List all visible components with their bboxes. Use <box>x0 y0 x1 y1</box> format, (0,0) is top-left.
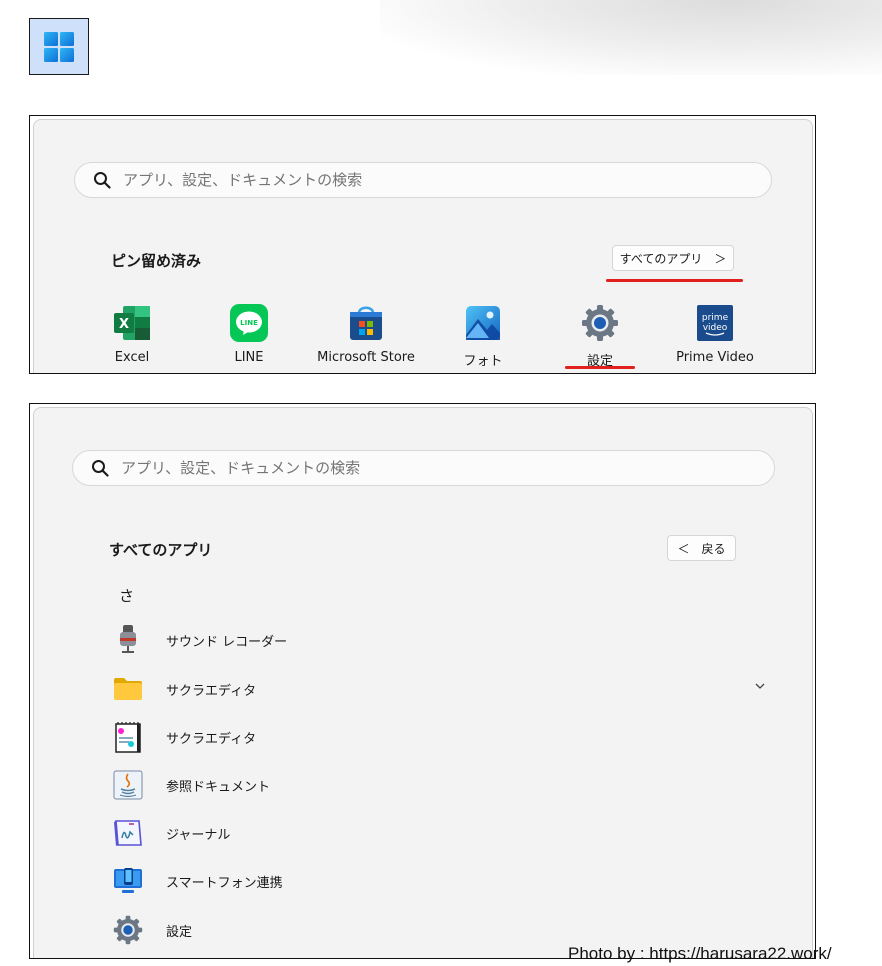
svg-text:video: video <box>703 323 728 333</box>
settings-gear-icon <box>582 305 618 341</box>
all-apps-title: すべてのアプリ <box>109 541 213 559</box>
group-letter-sa[interactable]: さ <box>119 585 134 606</box>
phone-link-icon <box>114 868 142 893</box>
app-label: 設定 <box>166 924 193 940</box>
app-list-item[interactable]: サクラエディタ <box>112 669 765 709</box>
app-list-item[interactable]: サウンド レコーダー <box>112 620 752 660</box>
java-doc-icon <box>113 770 143 800</box>
search-box[interactable] <box>74 162 772 198</box>
journal-icon <box>114 820 142 846</box>
svg-text:LINE: LINE <box>240 319 258 327</box>
search-input[interactable] <box>121 459 681 477</box>
settings-gear-icon <box>113 915 143 945</box>
pinned-title: ピン留め済み <box>111 252 202 270</box>
svg-text:prime: prime <box>702 313 729 323</box>
background-shadow <box>380 0 882 75</box>
start-menu-pinned-panel: ピン留め済み すべてのアプリ ＞ X Excel <box>29 115 816 374</box>
all-apps-button[interactable]: すべてのアプリ ＞ <box>612 245 734 271</box>
app-label: フォト <box>463 354 503 369</box>
app-list-item[interactable]: スマートフォン連携 <box>112 861 752 901</box>
folder-icon <box>114 678 142 700</box>
app-label: ジャーナル <box>166 827 231 843</box>
app-label: Prime Video <box>676 350 754 365</box>
svg-text:X: X <box>119 317 129 332</box>
windows-logo-icon <box>44 31 74 62</box>
app-label: スマートフォン連携 <box>166 875 283 891</box>
app-list-item[interactable]: ジャーナル <box>112 813 752 853</box>
pinned-app-settings[interactable]: 設定 <box>545 304 655 369</box>
line-icon: LINE <box>230 304 268 342</box>
search-icon <box>94 172 111 189</box>
app-label: サウンド レコーダー <box>166 634 288 650</box>
search-box[interactable] <box>72 450 775 486</box>
app-label: 参照ドキュメント <box>166 779 271 795</box>
search-input[interactable] <box>123 171 683 189</box>
chevron-down-icon[interactable] <box>754 682 766 690</box>
start-menu-all-apps-panel: すべてのアプリ ＜ 戻る さ サウンド レコーダー <box>29 403 816 959</box>
settings-highlight <box>565 366 635 369</box>
pinned-app-prime-video[interactable]: prime video Prime Video <box>660 304 770 365</box>
pinned-app-line[interactable]: LINE LINE <box>194 304 304 365</box>
search-icon <box>92 460 109 477</box>
app-label: LINE <box>234 350 264 365</box>
app-label: サクラエディタ <box>166 731 257 747</box>
photos-icon <box>466 306 500 340</box>
app-label: Excel <box>114 350 150 365</box>
excel-icon: X <box>114 306 150 340</box>
app-label: サクラエディタ <box>166 683 257 699</box>
back-button[interactable]: ＜ 戻る <box>667 535 736 561</box>
app-label: Microsoft Store <box>317 350 415 365</box>
all-apps-highlight <box>606 279 743 282</box>
notepad-icon <box>115 722 141 753</box>
prime-video-icon: prime video <box>697 305 733 341</box>
pinned-app-photos[interactable]: フォト <box>428 304 538 369</box>
photo-credit: Photo by : https://harusara22.work/ <box>568 944 832 963</box>
app-list-item[interactable]: サクラエディタ <box>112 717 752 757</box>
microsoft-store-icon <box>350 306 382 340</box>
microphone-icon <box>120 625 136 653</box>
pinned-app-excel[interactable]: X Excel <box>77 304 187 365</box>
start-button[interactable] <box>29 18 89 75</box>
app-list-item[interactable]: 参照ドキュメント <box>112 765 752 805</box>
pinned-app-microsoft-store[interactable]: Microsoft Store <box>311 304 421 365</box>
